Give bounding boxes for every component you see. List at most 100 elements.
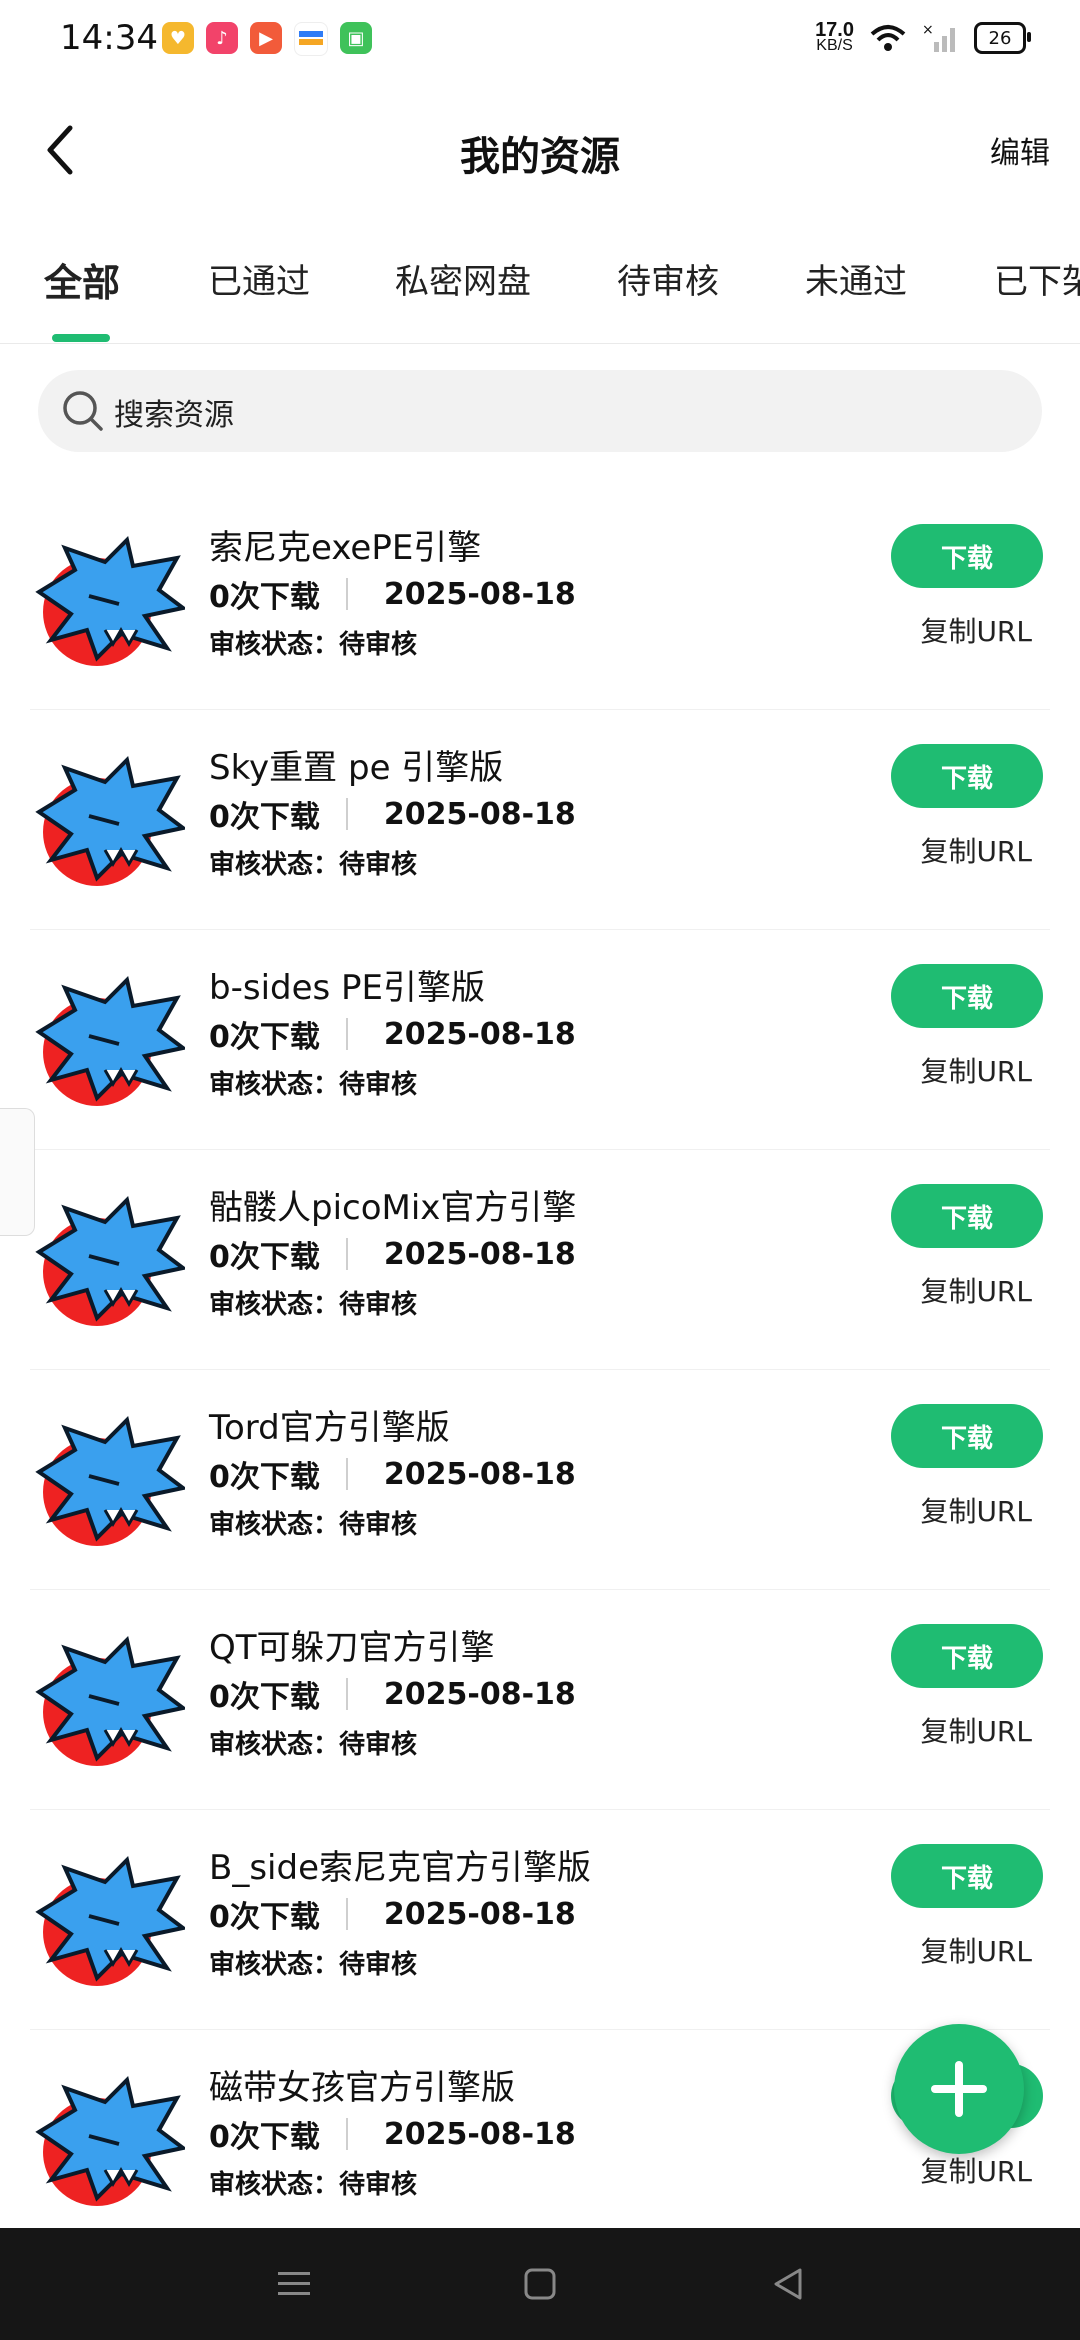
menu-icon[interactable] (272, 2262, 316, 2306)
review-status: 审核状态：待审核 (209, 1510, 418, 1540)
download-count: 0次下载 (209, 1240, 320, 1275)
review-status: 审核状态：待审核 (209, 1950, 418, 1980)
home-icon[interactable] (518, 2262, 562, 2306)
battery-indicator: 26 (974, 22, 1031, 54)
download-count: 0次下载 (209, 580, 320, 615)
status-bar: 14:34 ♥ ♪ ▶ ▣ 17.0 KB/S × 26 (0, 0, 1080, 80)
resource-meta: 0次下载 2025-08-18 (209, 1012, 576, 1056)
search-icon (63, 391, 103, 431)
list-item[interactable]: Tord官方引擎版 0次下载 2025-08-18 审核状态：待审核 下载 复制… (30, 1370, 1050, 1590)
resource-thumbnail (35, 756, 185, 886)
status-time: 14:34 (60, 18, 158, 58)
download-button[interactable]: 下载 (891, 744, 1043, 808)
tab-pending[interactable]: 待审核 (617, 254, 719, 303)
header: 我的资源 编辑 (0, 90, 1080, 210)
download-count: 0次下载 (209, 800, 320, 835)
resource-meta: 0次下载 2025-08-18 (209, 1892, 576, 1936)
download-count: 0次下载 (209, 1900, 320, 1935)
download-count: 0次下载 (209, 1460, 320, 1495)
resource-list: 索尼克exePE引擎 0次下载 2025-08-18 审核状态：待审核 下载 复… (0, 490, 1080, 2250)
resource-thumbnail (35, 1856, 185, 1986)
resource-thumbnail (35, 1636, 185, 1766)
tab-rejected[interactable]: 未通过 (805, 254, 907, 303)
signal-icon: × (922, 22, 955, 52)
upload-date: 2025-08-18 (383, 576, 576, 612)
copy-url-link[interactable]: 复制URL (920, 830, 1032, 870)
download-button[interactable]: 下载 (891, 524, 1043, 588)
resource-meta: 0次下载 2025-08-18 (209, 572, 576, 616)
copy-url-link[interactable]: 复制URL (920, 1710, 1032, 1750)
tab-removed[interactable]: 已下架 (994, 254, 1080, 303)
copy-url-link[interactable]: 复制URL (920, 1050, 1032, 1090)
side-panel-handle[interactable] (0, 1108, 35, 1236)
review-status: 审核状态：待审核 (209, 1070, 418, 1100)
resource-meta: 0次下载 2025-08-18 (209, 1232, 576, 1276)
status-right: 17.0 KB/S × 26 (815, 19, 1031, 54)
upload-date: 2025-08-18 (383, 1456, 576, 1492)
page-title: 我的资源 (460, 134, 620, 180)
download-button[interactable]: 下载 (891, 964, 1043, 1028)
list-item[interactable]: Sky重置 pe 引擎版 0次下载 2025-08-18 审核状态：待审核 下载… (30, 710, 1050, 930)
resource-meta: 0次下载 2025-08-18 (209, 1452, 576, 1496)
copy-url-link[interactable]: 复制URL (920, 1270, 1032, 1310)
android-app-icon: ▣ (340, 22, 372, 54)
resource-name: B_side索尼克官方引擎版 (209, 1848, 591, 1888)
tab-bar: 全部 已通过 私密网盘 待审核 未通过 已下架 (0, 248, 1080, 344)
review-status: 审核状态：待审核 (209, 850, 418, 880)
copy-url-link[interactable]: 复制URL (920, 610, 1032, 650)
divider (345, 2118, 348, 2150)
tab-private-drive[interactable]: 私密网盘 (395, 254, 531, 303)
resource-thumbnail (35, 1196, 185, 1326)
download-button[interactable]: 下载 (891, 1404, 1043, 1468)
download-button[interactable]: 下载 (891, 1184, 1043, 1248)
copy-url-link[interactable]: 复制URL (920, 1490, 1032, 1530)
tab-indicator (52, 334, 110, 342)
resource-meta: 0次下载 2025-08-18 (209, 2112, 576, 2156)
copy-url-link[interactable]: 复制URL (920, 2150, 1032, 2190)
resource-meta: 0次下载 2025-08-18 (209, 792, 576, 836)
divider (345, 1238, 348, 1270)
resource-name: QT可躲刀官方引擎 (209, 1628, 495, 1668)
divider (345, 1018, 348, 1050)
list-item[interactable]: 骷髅人picoMix官方引擎 0次下载 2025-08-18 审核状态：待审核 … (30, 1150, 1050, 1370)
divider (345, 1458, 348, 1490)
system-navbar (0, 2228, 1080, 2340)
video-app-icon: ▶ (250, 22, 282, 54)
upload-date: 2025-08-18 (383, 1236, 576, 1272)
copy-url-link[interactable]: 复制URL (920, 1930, 1032, 1970)
list-item[interactable]: QT可躲刀官方引擎 0次下载 2025-08-18 审核状态：待审核 下载 复制… (30, 1590, 1050, 1810)
list-item[interactable]: b-sides PE引擎版 0次下载 2025-08-18 审核状态：待审核 下… (30, 930, 1050, 1150)
review-status: 审核状态：待审核 (209, 2170, 418, 2200)
back-triangle-icon[interactable] (766, 2262, 810, 2306)
resource-name: 骷髅人picoMix官方引擎 (209, 1188, 577, 1228)
upload-date: 2025-08-18 (383, 1016, 576, 1052)
resource-name: 磁带女孩官方引擎版 (209, 2068, 515, 2108)
svg-text:×: × (922, 22, 934, 38)
notification-icons: ♥ ♪ ▶ ▣ (162, 22, 372, 56)
list-item[interactable]: B_side索尼克官方引擎版 0次下载 2025-08-18 审核状态：待审核 … (30, 1810, 1050, 2030)
upload-date: 2025-08-18 (383, 1896, 576, 1932)
download-button[interactable]: 下载 (891, 1624, 1043, 1688)
divider (345, 1678, 348, 1710)
net-speed: 17.0 KB/S (815, 19, 854, 54)
divider (345, 798, 348, 830)
divider (345, 1898, 348, 1930)
add-resource-button[interactable] (894, 2024, 1024, 2154)
review-status: 审核状态：待审核 (209, 630, 418, 660)
edit-button[interactable]: 编辑 (990, 128, 1050, 172)
tab-approved[interactable]: 已通过 (208, 254, 310, 303)
search-bar[interactable]: 搜索资源 (38, 370, 1042, 452)
tab-all[interactable]: 全部 (44, 252, 120, 307)
download-count: 0次下载 (209, 1020, 320, 1055)
resource-thumbnail (35, 1416, 185, 1546)
resource-name: 索尼克exePE引擎 (209, 528, 482, 568)
upload-date: 2025-08-18 (383, 1676, 576, 1712)
download-count: 0次下载 (209, 2120, 320, 2155)
review-status: 审核状态：待审核 (209, 1290, 418, 1320)
download-button[interactable]: 下载 (891, 1844, 1043, 1908)
list-item[interactable]: 磁带女孩官方引擎版 0次下载 2025-08-18 审核状态：待审核 下载 复制… (30, 2030, 1050, 2250)
search-input[interactable]: 搜索资源 (114, 390, 234, 434)
resource-name: b-sides PE引擎版 (209, 968, 486, 1008)
list-item[interactable]: 索尼克exePE引擎 0次下载 2025-08-18 审核状态：待审核 下载 复… (30, 490, 1050, 710)
upload-date: 2025-08-18 (383, 796, 576, 832)
